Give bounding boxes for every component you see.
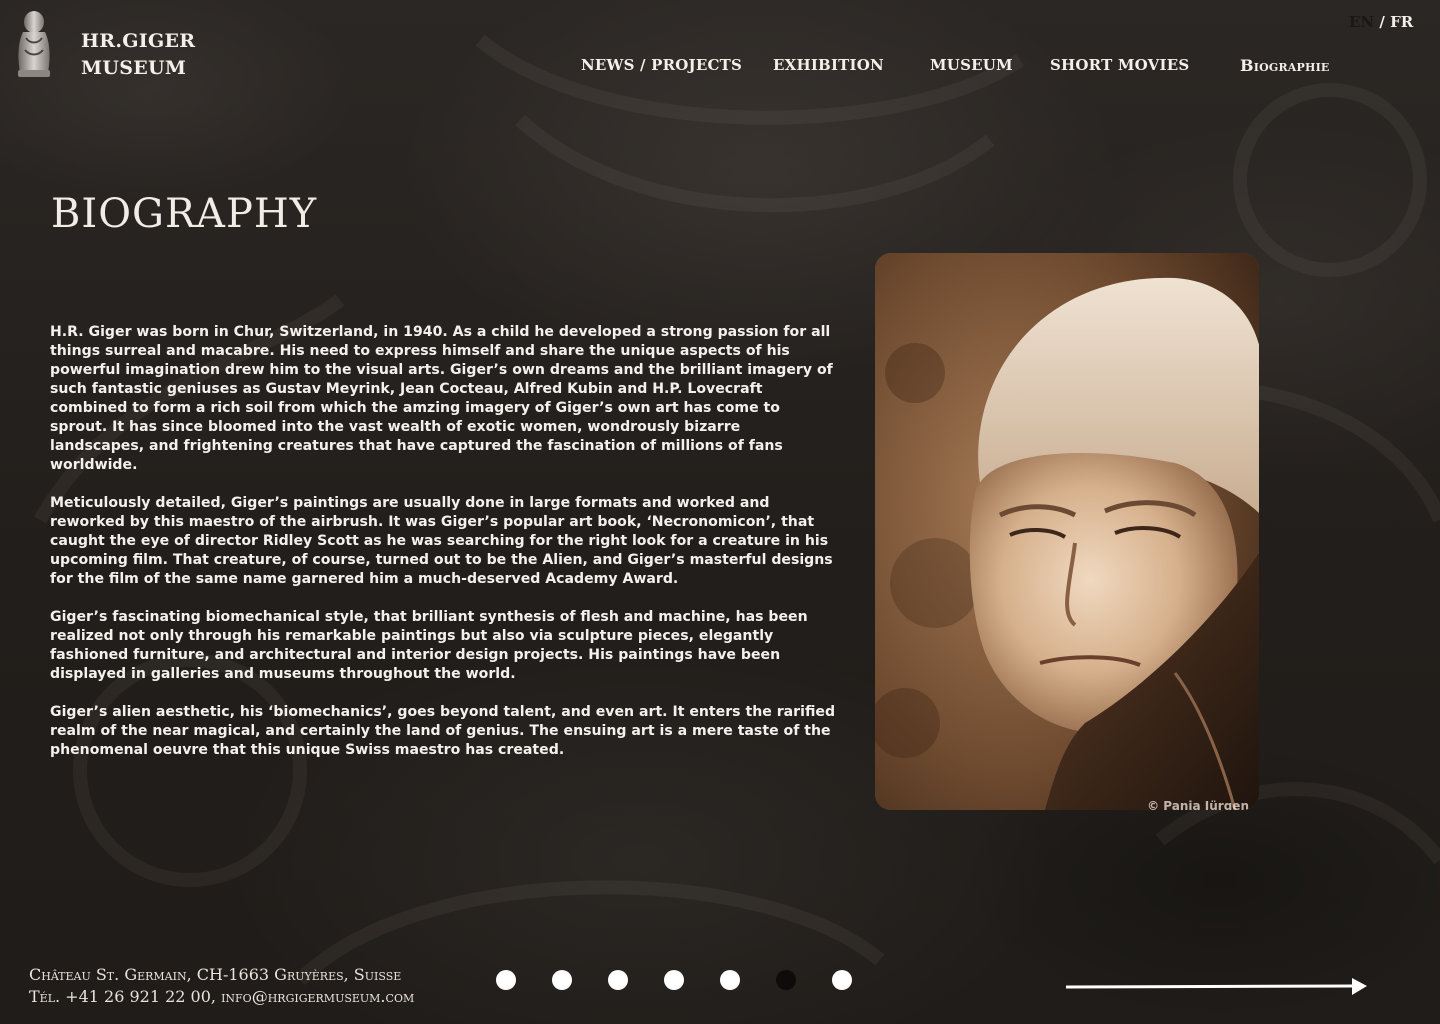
bio-paragraph-3: Giger’s fascinating biomechanical style,… — [50, 609, 808, 682]
nav-news-projects[interactable]: NEWS / PROJECTS — [581, 56, 742, 74]
photo-credit: © Pania Jürgen — [1147, 799, 1249, 810]
page-title: BIOGRAPHY — [51, 191, 318, 237]
nav-exhibition[interactable]: EXHIBITION — [773, 56, 884, 74]
nav-short-movies[interactable]: SHORT MOVIES — [1050, 56, 1189, 74]
page-dot-1[interactable] — [496, 970, 516, 990]
museum-logo-icon[interactable] — [14, 10, 54, 78]
nav-biographie[interactable]: Biographie — [1240, 56, 1330, 75]
bio-paragraph-4: Giger’s alien aesthetic, his ‘biomechani… — [50, 704, 836, 758]
page-dot-2[interactable] — [552, 970, 572, 990]
footer-phone-email[interactable]: Tél. +41 26 921 22 00, info@hrgigermuseu… — [29, 986, 414, 1008]
page-dot-5[interactable] — [720, 970, 740, 990]
nav-museum[interactable]: MUSEUM — [930, 56, 1013, 74]
language-switcher: EN / FR — [1349, 13, 1413, 31]
footer-contact: Château St. Germain, CH-1663 Gruyères, S… — [29, 964, 414, 1008]
brand-line-2: MUSEUM — [81, 57, 187, 79]
brand-line-1: HR.GIGER — [81, 30, 196, 52]
page-dot-7[interactable] — [832, 970, 852, 990]
biography-text: H.R. Giger was born in Chur, Switzerland… — [50, 323, 836, 779]
portrait-photo: © Pania Jürgen — [875, 253, 1259, 810]
footer-address-line: Château St. Germain, CH-1663 Gruyères, S… — [29, 965, 402, 984]
page-dot-3[interactable] — [608, 970, 628, 990]
lang-en-link[interactable]: EN — [1349, 13, 1374, 31]
lang-separator: / — [1379, 13, 1385, 31]
site-brand[interactable]: HR.GIGER MUSEUM — [81, 28, 195, 82]
page-dot-4[interactable] — [664, 970, 684, 990]
lang-fr-link[interactable]: FR — [1390, 13, 1413, 31]
bio-paragraph-2: Meticulously detailed, Giger’s paintings… — [50, 495, 833, 587]
page-dot-6[interactable] — [776, 970, 796, 990]
arrow-right-icon[interactable] — [1065, 977, 1368, 1001]
bio-paragraph-1: H.R. Giger was born in Chur, Switzerland… — [50, 324, 833, 473]
